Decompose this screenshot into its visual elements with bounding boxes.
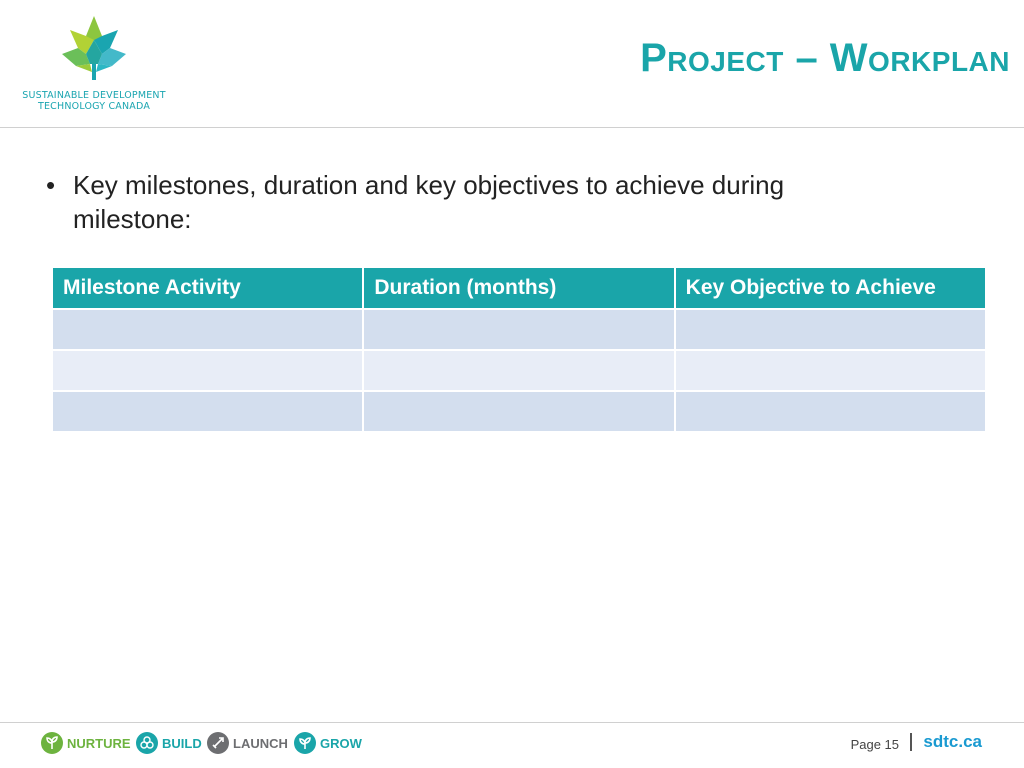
bullet-text: Key milestones, duration and key objecti… (73, 170, 785, 234)
footer-divider (0, 722, 1024, 723)
maple-leaf-icon (62, 16, 126, 80)
workplan-table: Milestone Activity Duration (months) Key… (50, 266, 988, 433)
page-number: Page 15 (850, 737, 899, 752)
table-cell[interactable] (673, 308, 988, 351)
footer-separator (910, 733, 912, 751)
table-header-row: Milestone Activity Duration (months) Key… (50, 266, 988, 310)
footer-stage-label: NURTURE (67, 735, 131, 751)
header-key-objective: Key Objective to Achieve (673, 266, 988, 310)
table-cell[interactable] (50, 308, 365, 351)
table-cell[interactable] (362, 308, 676, 351)
footer-stage-build: BUILD (136, 731, 202, 755)
footer-stage-grow: GROW (294, 731, 362, 755)
table-cell[interactable] (673, 390, 988, 433)
logo-line-2: TECHNOLOGY CANADA (37, 101, 151, 112)
table-cell[interactable] (673, 349, 988, 392)
table-row (50, 390, 988, 433)
table-cell[interactable] (50, 349, 365, 392)
page-title: Project – Workplan (640, 36, 1010, 80)
footer-stage-nurture: NURTURE (41, 731, 131, 755)
table-cell[interactable] (50, 390, 365, 433)
plant-icon (294, 732, 316, 754)
footer-stage-label: GROW (320, 735, 362, 751)
footer-stage-label: LAUNCH (233, 735, 288, 751)
website-link[interactable]: sdtc.ca (923, 732, 982, 752)
logo-line-1: SUSTAINABLE DEVELOPMENT (22, 90, 166, 101)
sprout-icon (41, 732, 63, 754)
table-cell[interactable] (362, 390, 676, 433)
table-row (50, 349, 988, 392)
footer-stage-label: BUILD (162, 735, 202, 751)
table-cell[interactable] (362, 349, 676, 392)
sdtc-logo: SUSTAINABLE DEVELOPMENT TECHNOLOGY CANAD… (14, 14, 174, 114)
footer-stage-launch: LAUNCH (207, 731, 288, 755)
blocks-icon (136, 732, 158, 754)
table-row (50, 308, 988, 351)
header-duration: Duration (months) (362, 266, 676, 310)
header-milestone-activity: Milestone Activity (50, 266, 365, 310)
header-divider (0, 127, 1024, 128)
bullet-dot-icon: • (46, 170, 56, 200)
rocket-icon (207, 732, 229, 754)
